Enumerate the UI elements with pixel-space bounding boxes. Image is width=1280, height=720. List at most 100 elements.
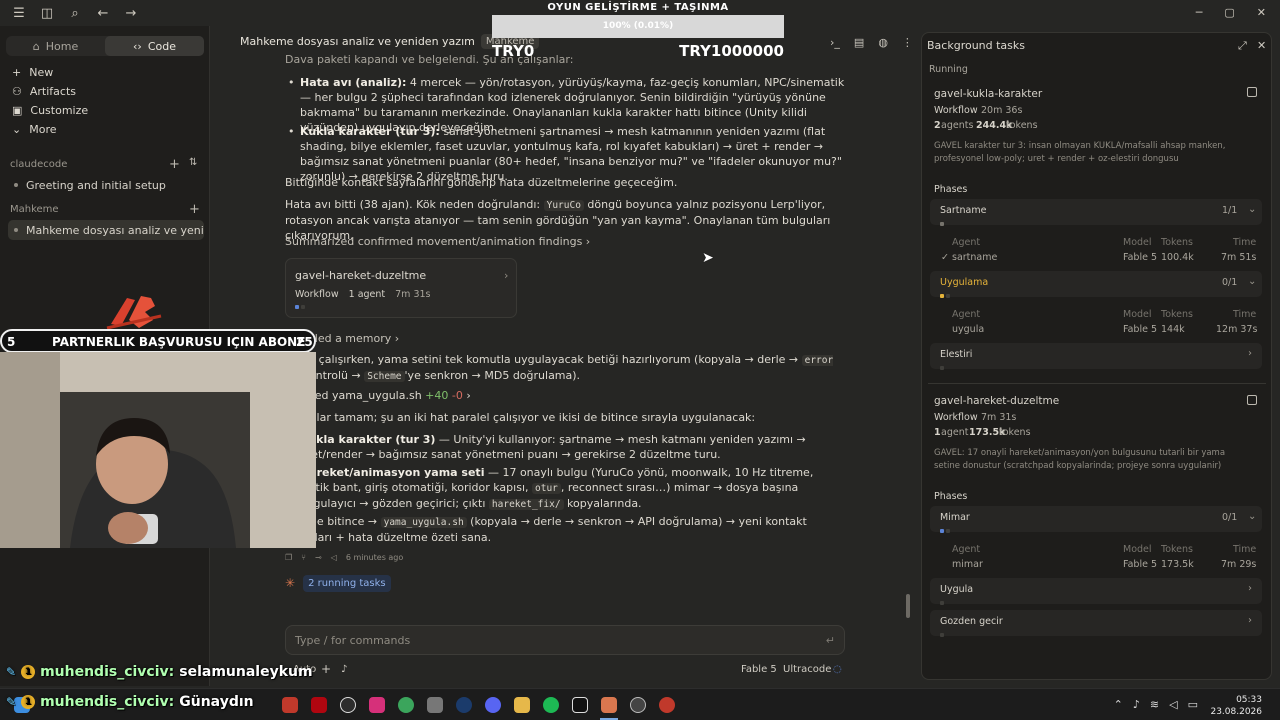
globe-icon[interactable]: ◍ [878, 36, 888, 49]
task2-tokens-label: tokens [999, 427, 1031, 438]
filter-icon[interactable]: ⇅ [189, 157, 197, 168]
menu-icon[interactable]: ☰ [12, 6, 26, 21]
attach-icon[interactable]: + [321, 662, 331, 676]
close-panel-icon[interactable]: ✕ [1257, 39, 1266, 52]
file-created-line[interactable]: Created yama_uygula.sh +40 -0 › [285, 388, 845, 403]
phase-uygula[interactable]: Uygula › [930, 578, 1262, 604]
spotify-icon[interactable] [543, 697, 559, 713]
prompt-input[interactable]: Type / for commands ↵ [285, 625, 845, 655]
conversation-title[interactable]: Mahkeme dosyası analiz ve yeniden yazım [240, 35, 475, 48]
fork-icon[interactable]: ⑂ [301, 550, 306, 565]
bullet-hareket-text-3: kopyalarında. [563, 497, 642, 510]
phase-uygulama-count: 0/1 [1222, 277, 1238, 288]
nav-artifacts[interactable]: ⚇ Artifacts [12, 85, 76, 98]
mic-icon[interactable]: ♪ [341, 664, 347, 675]
phase-gozden-gecir-name: Gozden gecir [940, 616, 1003, 627]
session-greeting[interactable]: Greeting and initial setup [8, 175, 204, 195]
phase-sartname[interactable]: Sartname 1/1 ⌄ [930, 199, 1262, 225]
task1-tokens-label: tokens [1006, 120, 1038, 131]
chevron-right-icon: › [1248, 583, 1252, 594]
chrome-icon[interactable] [398, 697, 414, 713]
sidebar-toggle-icon[interactable]: ◫ [40, 6, 54, 21]
claude-icon[interactable] [601, 697, 617, 713]
task1-agents: 2 [934, 120, 941, 131]
background-tasks-panel: Background tasks ⤢ ✕ Running gavel-kukla… [921, 32, 1272, 680]
session-greeting-label: Greeting and initial setup [26, 178, 166, 192]
task2-agents-label: agent [941, 427, 969, 438]
phase-elestiri[interactable]: Elestiri › [930, 343, 1262, 369]
app-icon[interactable] [659, 697, 675, 713]
running-tasks-row: ✳ 2 running tasks [285, 575, 845, 592]
speaker-icon[interactable]: ◁ [331, 550, 337, 565]
chat-scrollbar[interactable] [906, 594, 910, 618]
new-session-icon[interactable]: + [169, 157, 180, 172]
phase-gozden-gecir[interactable]: Gozden gecir › [930, 610, 1262, 636]
chatgpt-icon[interactable] [340, 697, 356, 713]
model-select[interactable]: Fable 5 [741, 664, 777, 675]
folder-icon[interactable] [514, 697, 530, 713]
settings-icon[interactable] [630, 697, 646, 713]
col-agent: Agent [952, 237, 981, 248]
task1-stop-icon[interactable] [1247, 87, 1257, 97]
task1-name[interactable]: gavel-kukla-karakter [934, 88, 1042, 100]
phase-mimar-tokens: 173.5k [1161, 559, 1194, 570]
battery-icon[interactable]: ▭ [1188, 698, 1198, 711]
phase-elestiri-name: Elestiri [940, 349, 973, 360]
panel-icon[interactable]: ▤ [854, 36, 864, 49]
progress-cell [940, 294, 944, 298]
more-icon[interactable]: ⋮ [902, 36, 913, 49]
pin-icon[interactable]: ⊸ [315, 550, 322, 565]
clock-time: 05:33 [1236, 695, 1262, 705]
workflow-card[interactable]: gavel-hareket-duzeltme › Workflow 1 agent… [285, 258, 517, 318]
instagram-icon[interactable] [369, 697, 385, 713]
terminal-icon[interactable]: ›_ [830, 36, 840, 49]
root-cause-code: YuruCo [543, 200, 584, 211]
x-icon[interactable] [572, 697, 588, 713]
maximize-button[interactable]: ▢ [1224, 6, 1234, 19]
progress-cell [940, 601, 944, 605]
mic-icon[interactable]: ♪ [1133, 698, 1140, 711]
phase-mimar-count: 0/1 [1222, 512, 1238, 523]
files-icon[interactable] [427, 697, 443, 713]
summary-link[interactable]: Summarized confirmed movement/animation … [285, 234, 845, 249]
chevron-up-icon[interactable]: ⌃ [1114, 698, 1123, 711]
nav-more[interactable]: ⌄ More [12, 123, 57, 136]
close-button[interactable]: ✕ [1257, 6, 1266, 19]
back-arrow-icon[interactable]: ← [96, 6, 110, 21]
clock[interactable]: 05:33 23.08.2026 [1210, 694, 1262, 718]
phase-mimar[interactable]: Mimar 0/1 ⌄ [930, 506, 1262, 532]
copy-icon[interactable]: ❐ [285, 550, 292, 565]
send-icon[interactable]: ↵ [826, 634, 835, 647]
task2-time: 7m 31s [981, 412, 1017, 423]
nav-new[interactable]: + New [12, 66, 53, 79]
tab-code[interactable]: ‹› Code [105, 36, 204, 56]
phase-uygula-name: Uygula [940, 584, 974, 595]
expand-icon[interactable]: ⤢ [1238, 39, 1247, 53]
phase-sartname-agent: sartname [952, 252, 998, 263]
wifi-icon[interactable]: ≋ [1150, 698, 1159, 711]
window-controls: ─ ▢ ✕ [1196, 6, 1266, 19]
tab-home[interactable]: ⌂ Home [6, 36, 105, 56]
task2-name[interactable]: gavel-hareket-duzeltme [934, 395, 1059, 407]
nav-customize[interactable]: ▣ Customize [12, 104, 88, 117]
search-icon[interactable]: ⌕ [68, 6, 82, 21]
volume-icon[interactable]: ◁ [1169, 698, 1177, 711]
phase-uygulama-name: Uygulama [940, 277, 989, 288]
chat-text-2: Günaydın [179, 694, 254, 710]
task1-kind: Workflow [934, 105, 978, 116]
minimize-button[interactable]: ─ [1196, 6, 1203, 19]
steam-icon[interactable] [456, 697, 472, 713]
new-project-session-icon[interactable]: + [189, 202, 200, 217]
bullet-kukla-2: Kukla karakter (tur 3) — Unity'yi kullan… [288, 432, 845, 462]
session-mahkeme[interactable]: Mahkeme dosyası analiz ve yeniden ya [8, 220, 204, 240]
netflix-icon[interactable] [311, 697, 327, 713]
effort-select[interactable]: Ultracode [783, 664, 831, 675]
forward-arrow-icon[interactable]: → [124, 6, 138, 21]
running-tasks-button[interactable]: 2 running tasks [303, 575, 391, 592]
task2-stop-icon[interactable] [1247, 395, 1257, 405]
task1-description: GAVEL karakter tur 3: insan olmayan KUKL… [934, 141, 1226, 164]
memory-link[interactable]: Recalled a memory › [285, 331, 845, 346]
discord-icon[interactable] [485, 697, 501, 713]
pdf-icon[interactable] [282, 697, 298, 713]
phase-uygulama[interactable]: Uygulama 0/1 ⌄ [930, 271, 1262, 297]
